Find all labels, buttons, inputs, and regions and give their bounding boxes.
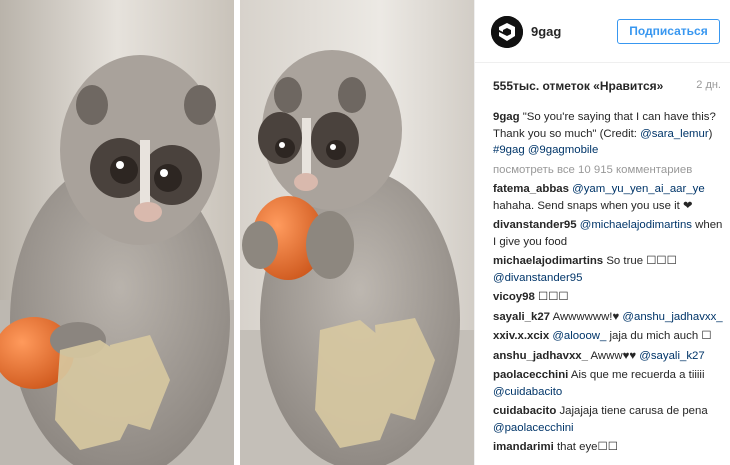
comment-text: Jajajaja tiene carusa de pena <box>559 405 708 417</box>
comment-text: So true ☐☐☐ <box>606 255 677 267</box>
comment-mention[interactable]: @yam_yu_yen_ai_aar_ye <box>572 183 705 195</box>
comment-username[interactable]: cuidabacito <box>493 405 556 417</box>
list-item: vicoy98 ☐☐☐ <box>493 289 725 306</box>
list-item: michaelajodimartins So true ☐☐☐ @divanst… <box>493 253 725 286</box>
post-sidebar: 9gag Подписаться 555тыс. отметок «Нравит… <box>474 0 730 465</box>
list-item: paolacecchini Ais que me recuerda a tiii… <box>493 367 725 400</box>
comments-list: 9gag "So you're saying that I can have t… <box>493 109 725 459</box>
comment-username[interactable]: fatema_abbas <box>493 183 569 195</box>
9gag-logo-icon <box>491 16 523 48</box>
caption-close: ) <box>708 127 713 140</box>
comment-text: Awww♥♥ <box>590 349 637 362</box>
comment-text: Ais que me recuerda a tiiiii <box>570 369 705 381</box>
avatar[interactable] <box>491 16 523 48</box>
list-item: sayali_k27 Awwwwww!♥ @anshu_jadhavxx_ <box>493 309 725 326</box>
likes-row: 555тыс. отметок «Нравится» 2 дн. <box>493 79 721 95</box>
comment-mention[interactable]: @alooow_ <box>552 330 606 342</box>
comment-text: hahaha. Send snaps when you use it ❤ <box>493 199 693 212</box>
post-username[interactable]: 9gag <box>531 24 561 39</box>
comment-mention[interactable]: @anshu_jadhavxx_ <box>622 311 722 323</box>
comment-mention[interactable]: @paolacecchini <box>493 422 574 434</box>
comment-username[interactable]: xxiv.x.xcix <box>493 330 549 342</box>
list-item: anshu_jadhavxx_ Awww♥♥ @sayali_k27 <box>493 348 725 365</box>
photo-panel-right <box>240 0 474 465</box>
comment-username[interactable]: divanstander95 <box>493 219 577 231</box>
caption-username[interactable]: 9gag <box>493 111 520 123</box>
loris-photo-right <box>240 0 474 465</box>
comment-mention[interactable]: @divanstander95 <box>493 272 582 284</box>
view-all-comments-link[interactable]: посмотреть все 10 915 комментариев <box>493 162 725 179</box>
comment-username[interactable]: imandarimi <box>493 441 554 453</box>
comment-username[interactable]: sayali_k27 <box>493 311 550 323</box>
photo-panel-left <box>0 0 234 465</box>
loris-photo-left <box>0 0 234 465</box>
follow-button[interactable]: Подписаться <box>617 19 720 44</box>
post-time[interactable]: 2 дн. <box>696 79 721 91</box>
comment-username[interactable]: michaelajodimartins <box>493 255 603 267</box>
caption-credit-mention[interactable]: @sara_lemur <box>640 128 709 140</box>
comment-text: that eye☐☐ <box>556 441 618 453</box>
post-caption: 9gag "So you're saying that I can have t… <box>493 109 725 159</box>
comment-username[interactable]: paolacecchini <box>493 369 568 381</box>
post-photo[interactable] <box>0 0 474 465</box>
comment-text: jaja du mich auch ☐ <box>609 330 712 342</box>
list-item: xxiv.x.xcix @alooow_ jaja du mich auch ☐ <box>493 328 725 345</box>
list-item: imandarimi that eye☐☐ <box>493 439 725 456</box>
post-header: 9gag Подписаться <box>475 0 730 63</box>
comment-mention[interactable]: @cuidabacito <box>493 386 562 398</box>
list-item: divanstander95 @michaelajodimartins when… <box>493 217 725 250</box>
comment-text: ☐☐☐ <box>537 291 569 303</box>
comment-username[interactable]: anshu_jadhavxx_ <box>493 350 588 362</box>
comment-text: Awwwwww!♥ <box>552 310 620 323</box>
list-item: fatema_abbas @yam_yu_yen_ai_aar_ye hahah… <box>493 181 725 214</box>
comment-mention[interactable]: @sayali_k27 <box>639 350 704 362</box>
list-item: cuidabacito Jajajaja tiene carusa de pen… <box>493 403 725 436</box>
caption-tags[interactable]: #9gag @9gagmobile <box>493 144 598 156</box>
comment-username[interactable]: vicoy98 <box>493 291 535 303</box>
likes-count[interactable]: 555тыс. отметок «Нравится» <box>493 79 663 93</box>
comment-mention[interactable]: @michaelajodimartins <box>580 219 692 231</box>
